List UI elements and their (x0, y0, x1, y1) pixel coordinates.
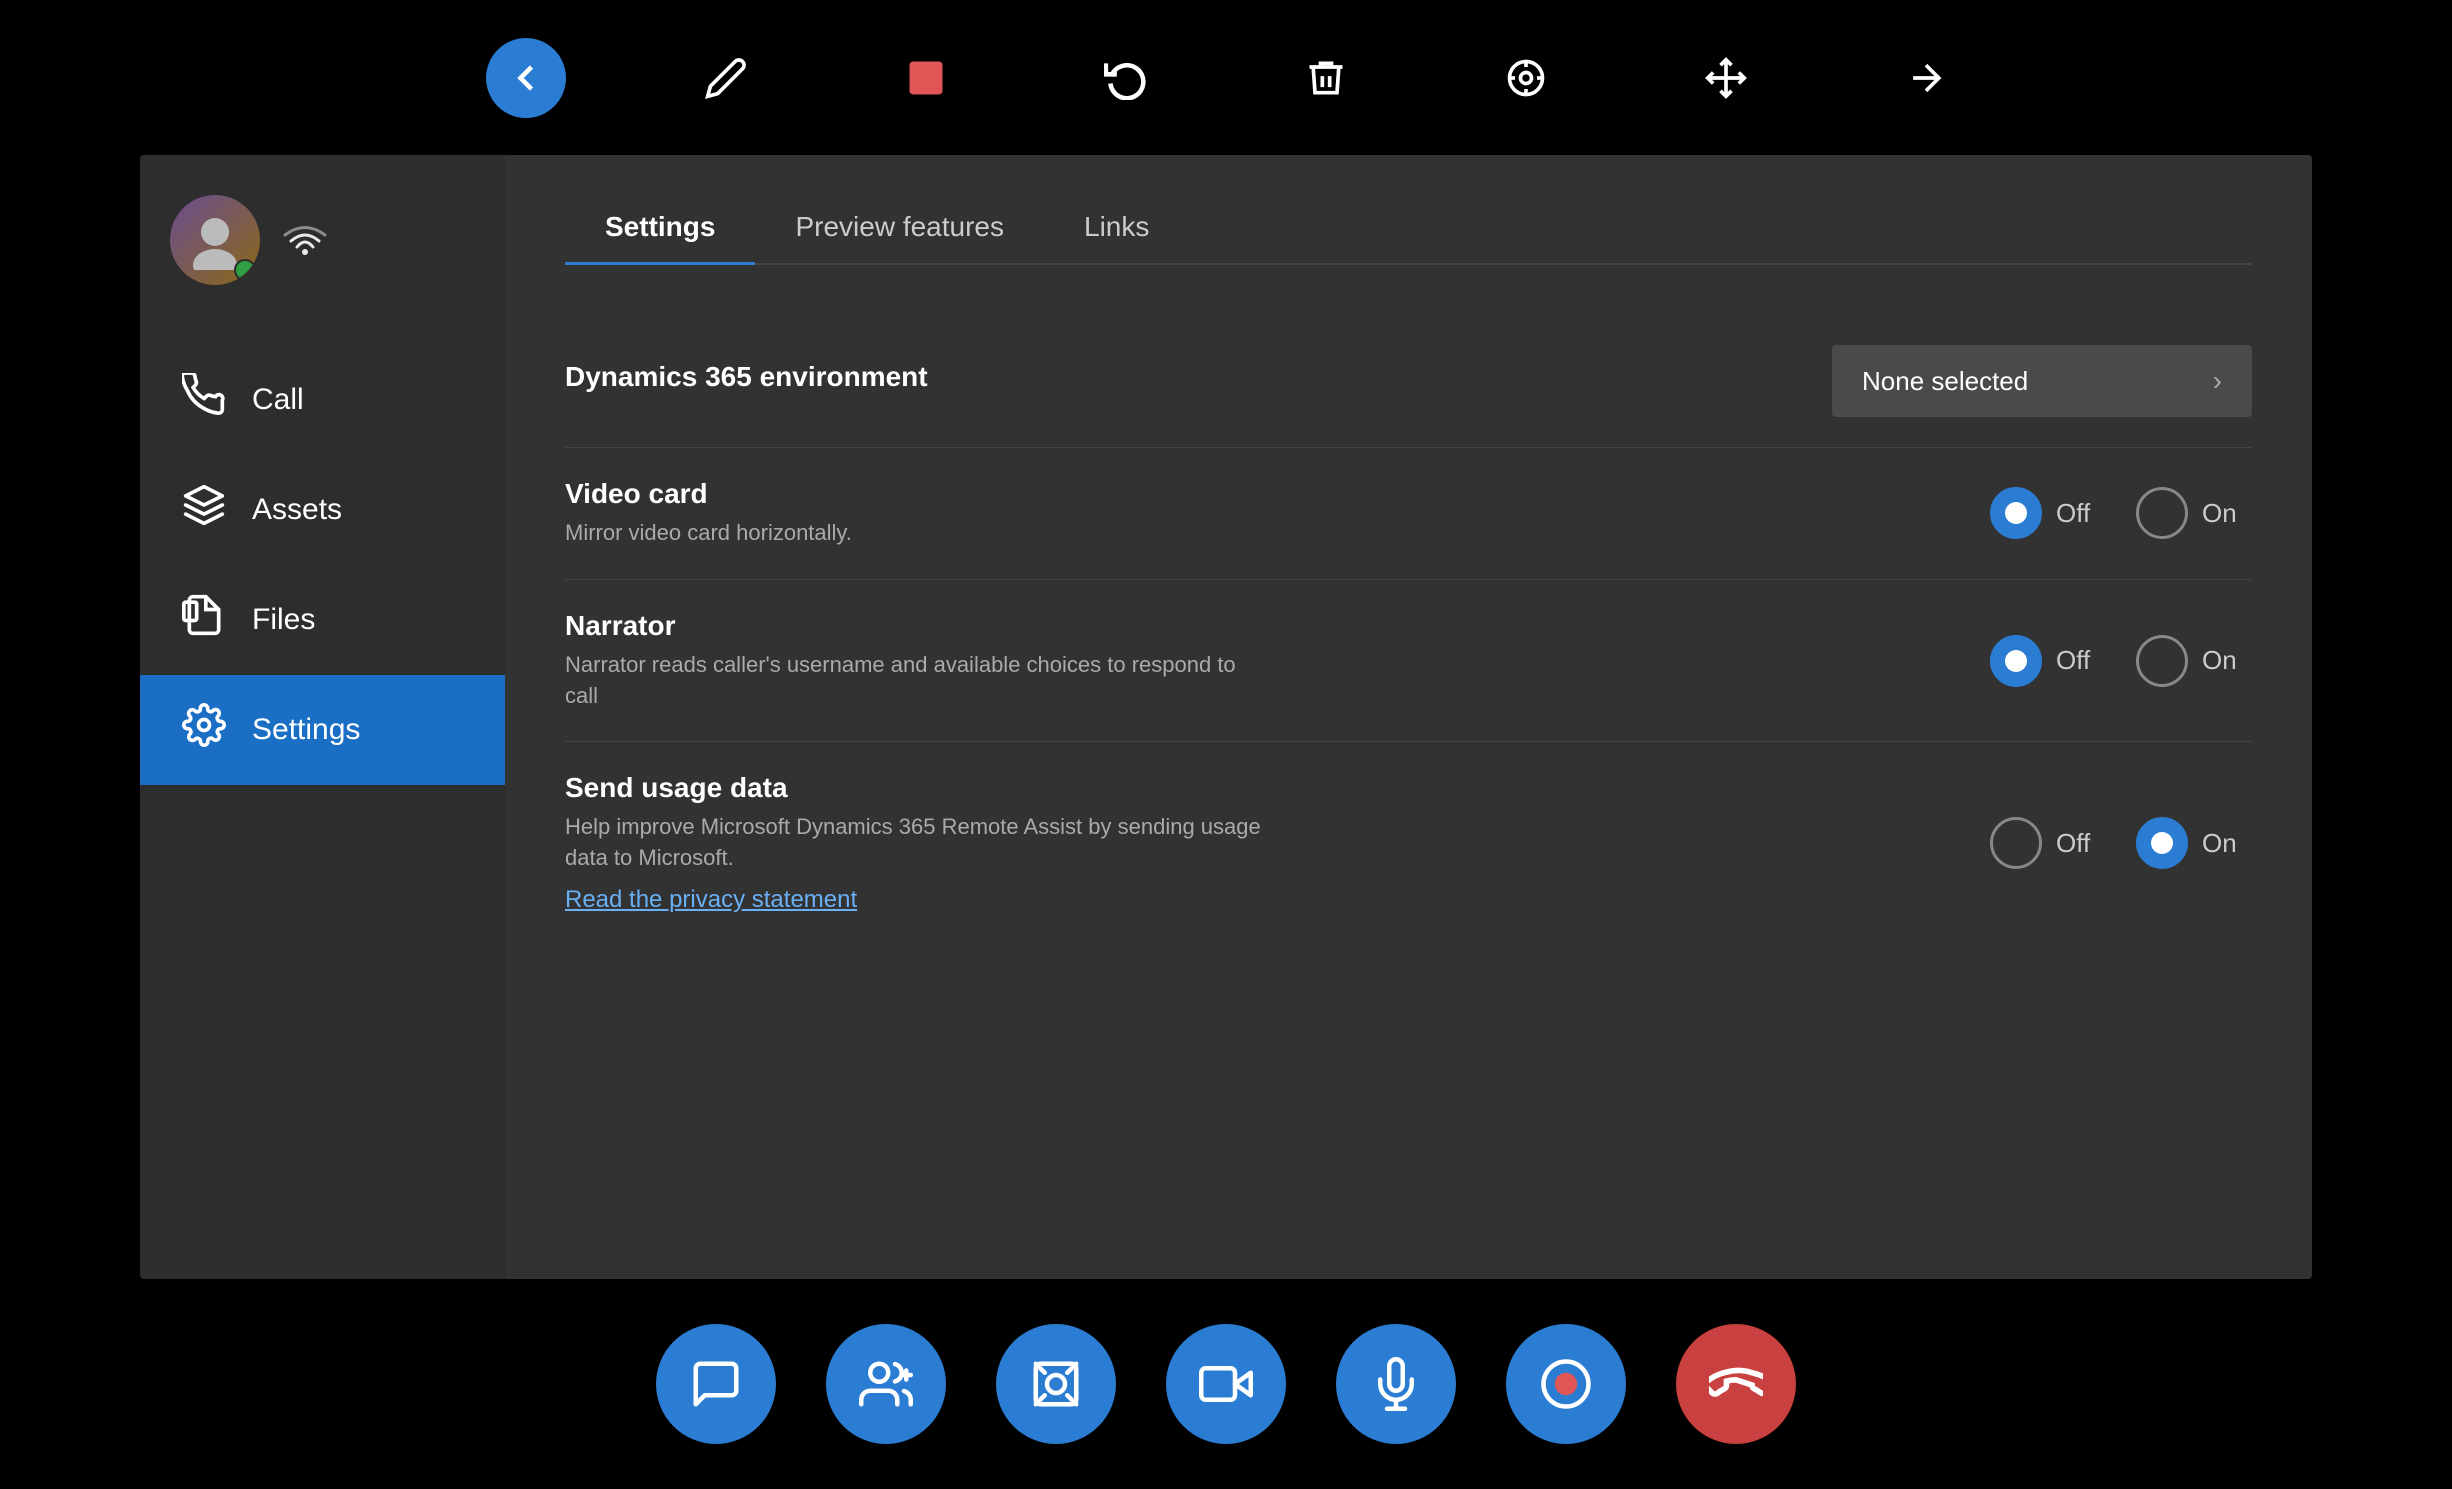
chevron-right-icon: › (2213, 365, 2222, 397)
hangup-button[interactable] (1676, 1324, 1796, 1444)
narrator-off-option[interactable]: Off (1990, 635, 2106, 687)
online-badge (234, 259, 256, 281)
delete-button[interactable] (1286, 38, 1366, 118)
avatar (170, 195, 260, 285)
send-usage-off-radio[interactable] (1990, 817, 2042, 869)
send-usage-row: Send usage data Help improve Microsoft D… (565, 742, 2252, 944)
send-usage-on-radio[interactable] (2136, 817, 2188, 869)
stop-button[interactable] (886, 38, 966, 118)
content-area: Settings Preview features Links Dynamics… (505, 155, 2312, 1279)
video-card-on-label: On (2202, 498, 2252, 529)
narrator-off-radio[interactable] (1990, 635, 2042, 687)
tab-settings[interactable]: Settings (565, 195, 755, 263)
wifi-icon (280, 215, 330, 265)
tabs: Settings Preview features Links (565, 195, 2252, 265)
sidebar-item-call[interactable]: Call (140, 345, 505, 455)
video-card-sublabel: Mirror video card horizontally. (565, 518, 1265, 549)
sidebar-item-files[interactable]: Files (140, 565, 505, 675)
screenshot-button[interactable] (996, 1324, 1116, 1444)
user-area (140, 175, 505, 305)
undo-button[interactable] (1086, 38, 1166, 118)
send-usage-on-label: On (2202, 828, 2252, 859)
narrator-label: Narrator (565, 610, 1990, 642)
pen-button[interactable] (686, 38, 766, 118)
narrator-on-radio[interactable] (2136, 635, 2188, 687)
sidebar-item-assets[interactable]: Assets (140, 455, 505, 565)
bottom-toolbar (0, 1279, 2452, 1489)
dynamics-env-value: None selected (1862, 366, 2028, 397)
video-card-off-label: Off (2056, 498, 2106, 529)
privacy-link[interactable]: Read the privacy statement (565, 886, 857, 914)
send-usage-sublabel: Help improve Microsoft Dynamics 365 Remo… (565, 812, 1265, 874)
dynamics-env-row: Dynamics 365 environment None selected › (565, 315, 2252, 448)
dynamics-env-dropdown[interactable]: None selected › (1832, 345, 2252, 417)
chat-button[interactable] (656, 1324, 776, 1444)
narrator-on-option[interactable]: On (2136, 635, 2252, 687)
participants-button[interactable] (826, 1324, 946, 1444)
video-card-on-option[interactable]: On (2136, 487, 2252, 539)
settings-icon (180, 703, 228, 757)
call-icon (180, 373, 228, 427)
top-toolbar (0, 0, 2452, 155)
send-usage-off-label: Off (2056, 828, 2106, 859)
sidebar: Call Assets (140, 155, 505, 1279)
send-usage-label: Send usage data (565, 772, 1990, 804)
settings-label: Settings (252, 713, 360, 747)
video-card-off-option[interactable]: Off (1990, 487, 2106, 539)
back-button[interactable] (486, 38, 566, 118)
dynamics-env-label: Dynamics 365 environment (565, 361, 1832, 393)
video-card-off-radio[interactable] (1990, 487, 2042, 539)
nav-items: Call Assets (140, 345, 505, 1279)
main-area: Call Assets (140, 155, 2312, 1279)
tab-links[interactable]: Links (1044, 195, 1189, 263)
video-button[interactable] (1166, 1324, 1286, 1444)
narrator-on-label: On (2202, 645, 2252, 676)
tab-preview-features[interactable]: Preview features (755, 195, 1044, 263)
mic-button[interactable] (1336, 1324, 1456, 1444)
video-card-label: Video card (565, 478, 1990, 510)
unpin-button[interactable] (1886, 38, 1966, 118)
sidebar-item-settings[interactable]: Settings (140, 675, 505, 785)
move-button[interactable] (1686, 38, 1766, 118)
narrator-row: Narrator Narrator reads caller's usernam… (565, 580, 2252, 743)
video-card-row: Video card Mirror video card horizontall… (565, 448, 2252, 580)
video-card-on-radio[interactable] (2136, 487, 2188, 539)
record-button[interactable] (1506, 1324, 1626, 1444)
files-icon (180, 593, 228, 647)
send-usage-on-option[interactable]: On (2136, 817, 2252, 869)
narrator-off-label: Off (2056, 645, 2106, 676)
send-usage-off-option[interactable]: Off (1990, 817, 2106, 869)
narrator-sublabel: Narrator reads caller's username and ava… (565, 650, 1265, 712)
call-label: Call (252, 383, 304, 417)
pin-button[interactable] (1486, 38, 1566, 118)
assets-label: Assets (252, 493, 342, 527)
files-label: Files (252, 603, 315, 637)
assets-icon (180, 483, 228, 537)
